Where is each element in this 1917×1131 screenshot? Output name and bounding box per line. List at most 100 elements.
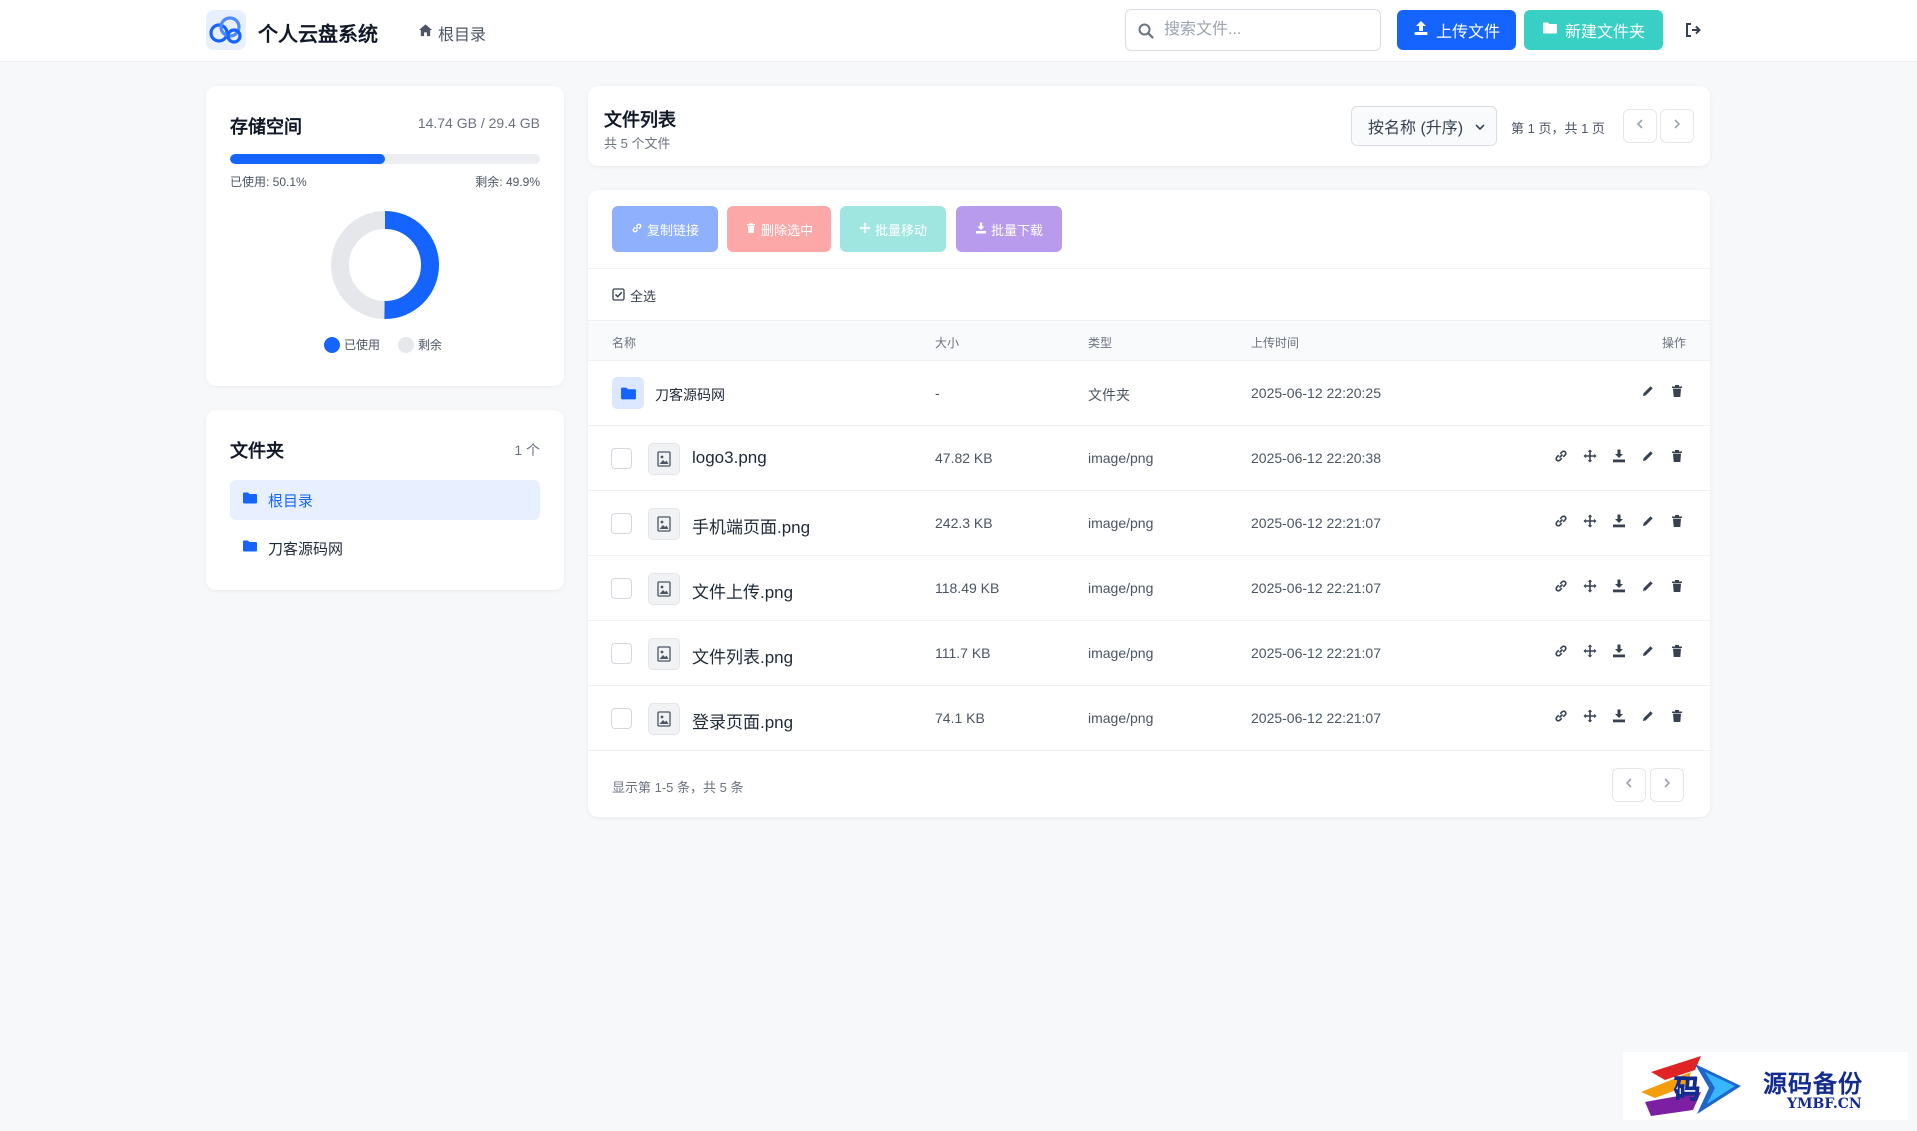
image-file-icon — [648, 703, 680, 735]
table-row[interactable]: 刀客源码网 - 文件夹 2025-06-12 22:20:25 — [588, 361, 1710, 426]
move-icon[interactable] — [1583, 709, 1599, 725]
row-checkbox[interactable] — [611, 708, 632, 729]
folder-icon — [1542, 20, 1558, 41]
row-actions — [1641, 384, 1686, 400]
upload-time: 2025-06-12 22:20:25 — [1251, 385, 1381, 401]
download-icon — [975, 222, 987, 237]
legend-free[interactable]: 剩余 — [398, 336, 442, 353]
edit-pencil-icon[interactable] — [1641, 449, 1657, 465]
copy-link-label: 复制链接 — [646, 222, 699, 238]
link-icon[interactable] — [1554, 579, 1570, 595]
edit-pencil-icon[interactable] — [1641, 709, 1657, 725]
edit-pencil-icon[interactable] — [1641, 384, 1657, 400]
batch-download-button[interactable]: 批量下载 — [956, 206, 1062, 252]
table-row[interactable]: logo3.png 47.82 KB image/png 2025-06-12 … — [588, 426, 1710, 491]
prev-page-button[interactable] — [1623, 109, 1657, 143]
upload-time: 2025-06-12 22:21:07 — [1251, 645, 1381, 661]
check-square-icon — [612, 287, 625, 304]
watermark-logo: 码 源码备份 YMBF.CN — [1623, 1052, 1908, 1120]
file-name[interactable]: 文件列表.png — [692, 643, 793, 668]
folder-item-daoke[interactable]: 刀客源码网 — [230, 528, 540, 568]
move-icon[interactable] — [1583, 449, 1599, 465]
row-checkbox[interactable] — [611, 578, 632, 599]
donut-legend: 已使用 剩余 — [324, 336, 442, 353]
move-icon[interactable] — [1583, 514, 1599, 530]
table-row[interactable]: 文件上传.png 118.49 KB image/png 2025-06-12 … — [588, 556, 1710, 621]
folder-item-root[interactable]: 根目录 — [230, 480, 540, 520]
footer-prev-page-button[interactable] — [1612, 768, 1646, 802]
row-checkbox[interactable] — [611, 513, 632, 534]
edit-pencil-icon[interactable] — [1641, 644, 1657, 660]
image-file-icon — [648, 508, 680, 540]
download-icon[interactable] — [1612, 709, 1628, 725]
link-icon[interactable] — [1554, 709, 1570, 725]
pagination-summary: 显示第 1-5 条，共 5 条 — [612, 780, 744, 795]
download-icon[interactable] — [1612, 514, 1628, 530]
row-checkbox[interactable] — [611, 448, 632, 469]
row-actions — [1554, 579, 1686, 595]
file-name[interactable]: 手机端页面.png — [692, 513, 810, 538]
file-name[interactable]: 登录页面.png — [692, 708, 793, 733]
file-name[interactable]: logo3.png — [692, 448, 767, 468]
file-type: image/png — [1088, 645, 1154, 661]
image-file-icon — [648, 638, 680, 670]
file-name[interactable]: 文件上传.png — [692, 578, 793, 603]
file-type: 文件夹 — [1088, 387, 1130, 403]
upload-time: 2025-06-12 22:21:07 — [1251, 515, 1381, 531]
trash-icon[interactable] — [1670, 384, 1686, 400]
edit-pencil-icon[interactable] — [1641, 514, 1657, 530]
delete-selected-label: 删除选中 — [760, 222, 813, 238]
batch-move-button[interactable]: 批量移动 — [840, 206, 946, 252]
image-file-icon — [648, 573, 680, 605]
sort-select[interactable]: 按名称 (升序) — [1351, 106, 1497, 146]
breadcrumb-home[interactable]: 根目录 — [418, 21, 486, 45]
footer-next-page-button[interactable] — [1650, 768, 1684, 802]
logout-icon[interactable] — [1684, 21, 1702, 39]
trash-icon[interactable] — [1670, 644, 1686, 660]
file-size: 242.3 KB — [935, 515, 993, 531]
folder-icon — [242, 490, 258, 510]
copy-link-button[interactable]: 复制链接 — [612, 206, 718, 252]
download-icon[interactable] — [1612, 449, 1628, 465]
new-folder-button[interactable]: 新建文件夹 — [1524, 10, 1663, 50]
trash-icon[interactable] — [1670, 579, 1686, 595]
table-row[interactable]: 登录页面.png 74.1 KB image/png 2025-06-12 22… — [588, 686, 1710, 751]
move-icon[interactable] — [1583, 644, 1599, 660]
file-table-card: 复制链接 删除选中 批量移动 批量下载 全选 名称 大小 类型 上传时间 操作 — [588, 190, 1710, 817]
delete-selected-button[interactable]: 删除选中 — [727, 206, 831, 252]
watermark-name: 源码备份 — [1763, 1069, 1863, 1098]
link-icon[interactable] — [1554, 644, 1570, 660]
legend-used[interactable]: 已使用 — [324, 336, 380, 353]
table-row[interactable]: 文件列表.png 111.7 KB image/png 2025-06-12 2… — [588, 621, 1710, 686]
search-input[interactable] — [1164, 10, 1374, 50]
chevron-left-icon — [1623, 776, 1635, 794]
row-checkbox[interactable] — [611, 643, 632, 664]
download-icon[interactable] — [1612, 644, 1628, 660]
trash-icon[interactable] — [1670, 449, 1686, 465]
legend-used-dot — [324, 336, 340, 353]
link-icon[interactable] — [1554, 449, 1570, 465]
trash-icon[interactable] — [1670, 709, 1686, 725]
app-title: 个人云盘系统 — [258, 24, 378, 46]
search-box[interactable] — [1125, 9, 1381, 51]
upload-icon — [1413, 20, 1429, 41]
file-name[interactable]: 刀客源码网 — [655, 385, 725, 405]
watermark-domain: YMBF.CN — [1787, 1096, 1862, 1112]
upload-button[interactable]: 上传文件 — [1397, 10, 1516, 50]
table-row[interactable]: 手机端页面.png 242.3 KB image/png 2025-06-12 … — [588, 491, 1710, 556]
trash-icon[interactable] — [1670, 514, 1686, 530]
link-icon[interactable] — [1554, 514, 1570, 530]
folders-count: 1 个 — [514, 442, 540, 458]
col-type: 类型 — [1088, 336, 1113, 350]
trash-icon — [745, 222, 757, 237]
col-actions: 操作 — [1661, 336, 1686, 350]
download-icon[interactable] — [1612, 579, 1628, 595]
next-page-button[interactable] — [1660, 109, 1694, 143]
sort-select-value: 按名称 (升序) — [1368, 120, 1464, 137]
edit-pencil-icon[interactable] — [1641, 579, 1657, 595]
storage-title: 存储空间 — [230, 117, 302, 137]
upload-label: 上传文件 — [1435, 24, 1500, 41]
select-all-checkbox[interactable]: 全选 — [612, 286, 656, 305]
row-actions — [1554, 709, 1686, 725]
move-icon[interactable] — [1583, 579, 1599, 595]
